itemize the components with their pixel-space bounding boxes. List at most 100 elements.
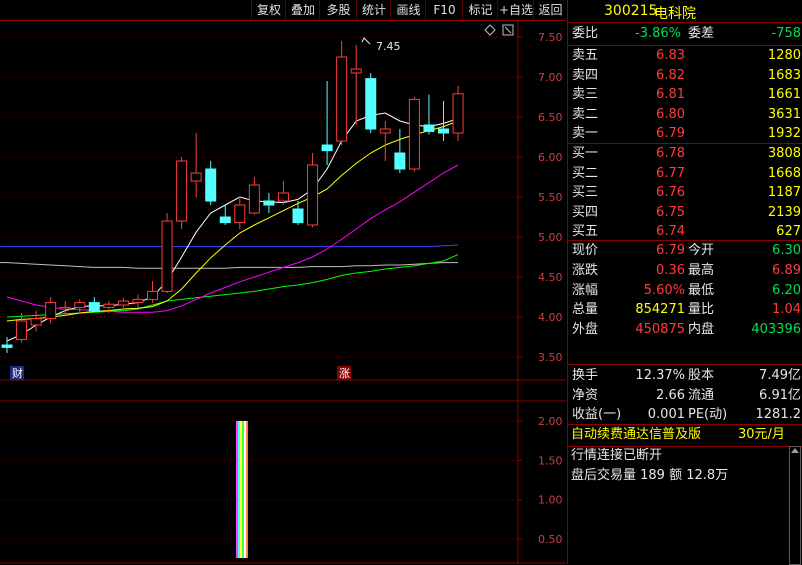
stat-row: 现价 6.79 今开 6.30: [568, 241, 802, 260]
stat-value: 854271: [635, 302, 685, 318]
candle[interactable]: [190, 133, 202, 197]
share-value: 1281.2: [755, 407, 802, 422]
stat-label: 最低: [688, 282, 715, 298]
toolbar-button[interactable]: 画线: [390, 0, 426, 20]
candle[interactable]: [350, 45, 362, 125]
stat-value: 450875: [635, 322, 685, 338]
share-label: 股本: [688, 368, 715, 383]
candle[interactable]: [277, 181, 289, 205]
toolbar-button[interactable]: 复权: [251, 0, 286, 20]
candle[interactable]: [16, 313, 28, 343]
ask-price: 6.79: [656, 126, 685, 141]
stat-label: 外盘: [572, 322, 599, 338]
candle[interactable]: [452, 85, 464, 141]
stat-value: 6.89: [772, 262, 801, 278]
ask-price: 6.81: [656, 87, 685, 102]
toolbar-button[interactable]: F10: [425, 0, 463, 20]
candle[interactable]: [205, 161, 217, 205]
ask-label: 卖三: [572, 87, 599, 102]
toolbar-button[interactable]: 标记: [462, 0, 498, 20]
ask-label: 卖二: [572, 106, 599, 122]
candle[interactable]: [176, 157, 188, 229]
candle[interactable]: [423, 94, 435, 135]
bid-volume: 627: [776, 224, 801, 239]
stat-label: 量比: [688, 302, 715, 318]
candle[interactable]: [161, 213, 173, 293]
candle[interactable]: [438, 101, 449, 141]
candle[interactable]: [263, 193, 275, 213]
candle[interactable]: [74, 299, 86, 313]
candle[interactable]: [234, 197, 246, 229]
bid-price: 6.75: [656, 204, 685, 220]
price-tick-label: 6.00: [538, 151, 563, 164]
stat-label: 内盘: [688, 322, 715, 338]
bid-label: 买一: [572, 146, 599, 161]
bid-volume: 1668: [767, 165, 801, 181]
stat-value: 6.20: [772, 282, 801, 298]
bid-level: 买一 6.78 3808: [568, 144, 802, 163]
ask-level: 卖五 6.83 1280: [568, 46, 802, 65]
bid-label: 买三: [572, 185, 599, 200]
candle[interactable]: [147, 281, 158, 303]
candle[interactable]: [307, 153, 319, 228]
bid-level: 买三 6.76 1187: [568, 183, 802, 202]
stat-label: 今开: [688, 243, 715, 258]
candle[interactable]: [379, 121, 391, 161]
order-ratio-row: 委比 -3.86% 委差 -758: [568, 24, 802, 43]
candle[interactable]: [132, 294, 144, 308]
stat-row: 总量 854271 量比 1.04: [568, 300, 802, 319]
candle[interactable]: [321, 81, 333, 165]
order-ratio-value: -3.86%: [635, 26, 681, 41]
ask-label: 卖一: [572, 126, 599, 141]
volume-bar[interactable]: [236, 421, 248, 558]
candle[interactable]: [219, 205, 231, 225]
candle[interactable]: [336, 41, 348, 145]
quote-panel: 300215 电科院 委比 -3.86% 委差 -758 卖五 6.83 1280 卖…: [567, 0, 802, 565]
marker-cai[interactable]: 财: [10, 366, 24, 380]
marker-zhang[interactable]: 涨: [337, 366, 351, 380]
ask-level: 卖四 6.82 1683: [568, 66, 802, 85]
stat-label: 现价: [572, 243, 599, 258]
volume-tick-label: 2.00: [538, 415, 563, 428]
candle[interactable]: [248, 177, 260, 215]
scroll-up-icon[interactable]: [791, 448, 799, 453]
share-label: 收益(一): [572, 407, 622, 422]
expand-icon[interactable]: [502, 24, 514, 36]
stat-value: 6.30: [772, 243, 801, 258]
stock-title: 300215 电科院: [568, 0, 802, 23]
scrollbar[interactable]: [789, 446, 801, 565]
subscription-ad[interactable]: 自动续费通达信普及版 30元/月: [568, 425, 802, 445]
ad-text: 自动续费通达信普及版: [571, 427, 702, 442]
stat-row: 外盘 450875 内盘 403396: [568, 320, 802, 339]
candle[interactable]: [394, 129, 406, 173]
toolbar-button[interactable]: 返回: [533, 0, 567, 20]
price-tick-label: 6.50: [538, 111, 563, 124]
ma10-line: [6, 120, 459, 322]
candle[interactable]: [408, 97, 420, 172]
stat-value: 403396: [751, 322, 801, 338]
price-tick-label: 5.00: [538, 231, 563, 244]
stat-label: 总量: [572, 302, 599, 318]
candle[interactable]: [88, 297, 100, 312]
diamond-icon[interactable]: [484, 24, 496, 36]
connection-status: 行情连接已断开: [568, 446, 802, 466]
share-row: 净资 2.66 流通 6.91亿: [568, 386, 802, 405]
stat-value: 1.04: [772, 302, 801, 318]
candle[interactable]: [30, 310, 42, 332]
kline-chart-svg[interactable]: 7.50 7.00 6.50 6.00 5.50 5.00 4.50 4.00 3.50 2.00…: [0, 20, 566, 564]
marker-cai-label: 财: [12, 366, 23, 380]
stat-value: 0.36: [656, 262, 685, 278]
price-tick-label: 4.50: [538, 271, 563, 284]
candle[interactable]: [117, 297, 129, 309]
bid-level: 买四 6.75 2139: [568, 203, 802, 222]
toolbar-button[interactable]: +自选: [497, 0, 534, 20]
toolbar-button[interactable]: 多股: [319, 0, 357, 20]
order-ratio-label: 委比: [572, 26, 599, 41]
order-diff-value: -758: [771, 26, 801, 41]
candle[interactable]: [365, 73, 377, 133]
share-value: 0.001: [647, 407, 685, 422]
kline-chart-panel[interactable]: 7.50 7.00 6.50 6.00 5.50 5.00 4.50 4.00 3.50 2.00…: [0, 20, 566, 564]
toolbar-button[interactable]: 叠加: [285, 0, 320, 20]
toolbar-button[interactable]: 统计: [356, 0, 391, 20]
ma60-line: [7, 244, 459, 248]
